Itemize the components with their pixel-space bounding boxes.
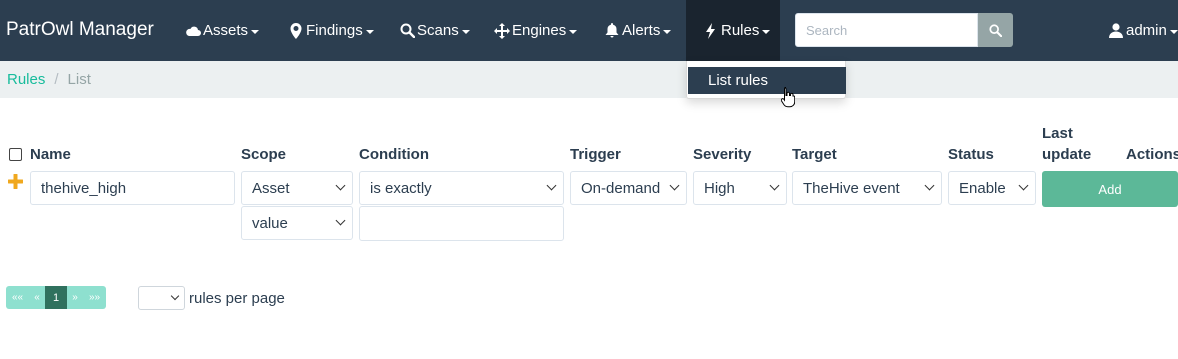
nav-alerts-label: Alerts (622, 22, 661, 39)
select-all-checkbox[interactable] (9, 148, 22, 161)
nav-assets-label: Assets (203, 22, 249, 39)
condition-value: is exactly (370, 179, 432, 197)
col-header-trigger: Trigger (570, 146, 621, 163)
chevron-down-icon (170, 291, 180, 301)
page-1-button[interactable]: 1 (45, 286, 67, 309)
search-icon (399, 23, 415, 39)
col-header-last-update-line2: update (1042, 146, 1092, 163)
user-name: admin (1126, 22, 1167, 39)
nav-alerts[interactable]: Alerts (604, 0, 672, 61)
caret-down-icon (663, 29, 672, 34)
condition-value-input[interactable] (359, 206, 564, 241)
nav-engines-label: Engines (512, 22, 567, 39)
bell-icon (604, 23, 620, 39)
breadcrumb-background (846, 61, 1178, 98)
target-select[interactable]: TheHive event (792, 171, 942, 205)
nav-rules-label: Rules (721, 22, 760, 39)
pagination: «« « 1 » »» (6, 286, 106, 309)
nav-scans[interactable]: Scans (399, 0, 470, 61)
per-page-label: rules per page (189, 290, 285, 307)
chevron-down-icon (669, 180, 680, 191)
caret-down-icon (569, 29, 578, 34)
scope-select[interactable]: Asset (241, 171, 353, 205)
rules-dropdown-menu: List rules (686, 61, 846, 99)
scope-attribute-select[interactable]: value (241, 206, 353, 240)
cloud-icon (185, 23, 201, 39)
breadcrumb-current: List (67, 71, 91, 88)
map-marker-icon (288, 22, 304, 39)
target-value: TheHive event (803, 179, 900, 197)
nav-assets[interactable]: Assets (185, 0, 260, 61)
chevron-down-icon (924, 180, 935, 191)
flash-icon (703, 22, 719, 39)
nav-engines[interactable]: Engines (494, 0, 578, 61)
breadcrumb: Rules / List (0, 61, 686, 98)
rule-name-value: thehive_high (41, 179, 127, 197)
col-header-status: Status (948, 146, 994, 163)
search-button[interactable] (978, 13, 1013, 47)
brand-link[interactable]: PatrOwl Manager (6, 19, 154, 41)
user-menu[interactable]: admin (1108, 0, 1178, 61)
search-input[interactable] (795, 13, 978, 47)
nav-scans-label: Scans (417, 22, 459, 39)
caret-down-icon (251, 29, 260, 34)
chevron-down-icon (335, 180, 346, 191)
last-page-button[interactable]: »» (83, 286, 106, 309)
col-header-name: Name (30, 146, 71, 163)
first-page-button[interactable]: «« (6, 286, 29, 309)
chevron-down-icon (1018, 180, 1029, 191)
breadcrumb-separator: / (54, 71, 59, 88)
per-page-select[interactable] (138, 286, 185, 310)
mouse-pointer-icon (781, 87, 795, 108)
plus-icon[interactable] (8, 174, 23, 189)
nav-findings[interactable]: Findings (288, 0, 374, 61)
breadcrumb-rules-link[interactable]: Rules (7, 71, 45, 88)
col-header-severity: Severity (693, 146, 752, 163)
user-icon (1108, 23, 1124, 39)
status-value: Enable (959, 179, 1006, 197)
caret-down-icon (365, 29, 374, 34)
next-page-button[interactable]: » (67, 286, 83, 309)
col-header-target: Target (792, 146, 837, 163)
caret-down-icon (461, 29, 470, 34)
col-header-last-update-line1: Last (1042, 125, 1073, 142)
chevron-down-icon (335, 215, 346, 226)
menu-item-list-rules[interactable]: List rules (688, 67, 846, 94)
severity-value: High (704, 179, 735, 197)
scope-value: Asset (252, 179, 290, 197)
caret-down-icon (762, 29, 771, 34)
trigger-value: On-demand (581, 179, 661, 197)
rule-name-input[interactable]: thehive_high (30, 171, 235, 205)
trigger-select[interactable]: On-demand (570, 171, 687, 205)
search-form (795, 13, 1013, 47)
add-rule-button[interactable]: Add (1042, 171, 1178, 207)
chevron-down-icon (769, 180, 780, 191)
col-header-actions: Actions (1126, 146, 1178, 163)
caret-down-icon (1169, 29, 1178, 34)
status-select[interactable]: Enable (948, 171, 1036, 205)
prev-page-button[interactable]: « (29, 286, 45, 309)
search-icon (989, 23, 1002, 37)
scope-attribute-value: value (252, 214, 288, 232)
severity-select[interactable]: High (693, 171, 787, 205)
chevron-down-icon (546, 180, 557, 191)
navbar: PatrOwl Manager Assets Findings Scans En… (0, 0, 1178, 61)
nav-findings-label: Findings (306, 22, 363, 39)
condition-select[interactable]: is exactly (359, 171, 564, 205)
move-icon (494, 22, 510, 39)
col-header-scope: Scope (241, 146, 287, 163)
col-header-condition: Condition (359, 146, 429, 163)
nav-rules[interactable]: Rules (686, 0, 780, 61)
